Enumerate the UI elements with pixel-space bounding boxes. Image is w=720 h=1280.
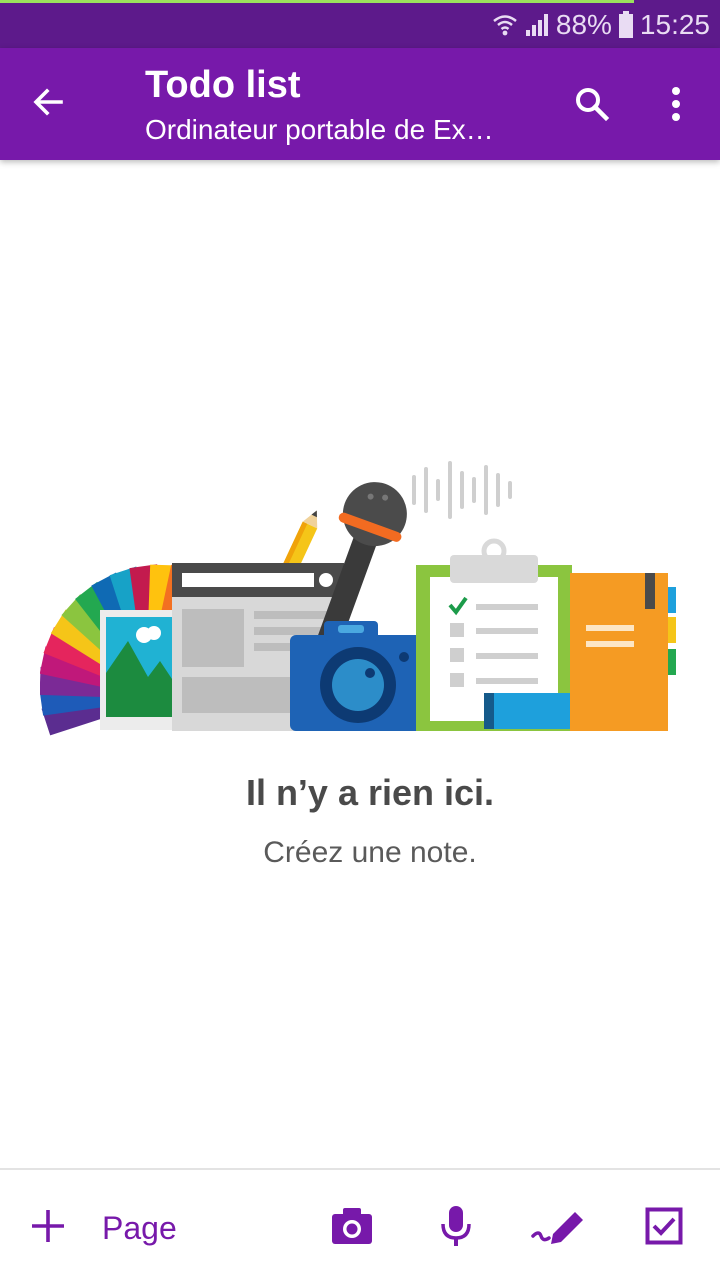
microphone-icon xyxy=(438,1204,474,1253)
signal-icon xyxy=(524,12,550,38)
camera-button[interactable] xyxy=(324,1200,380,1256)
clock: 15:25 xyxy=(639,9,710,40)
search-icon xyxy=(572,84,612,129)
wifi-icon xyxy=(492,12,518,38)
camera-icon xyxy=(330,1206,374,1251)
search-button[interactable] xyxy=(566,80,618,132)
add-page-button[interactable]: Page xyxy=(30,1200,177,1256)
battery-icon xyxy=(618,11,634,39)
bottom-toolbar: Page xyxy=(0,1168,720,1280)
back-arrow-icon xyxy=(30,84,66,125)
empty-state-title: Il n’y a rien ici. xyxy=(245,772,495,813)
more-options-button[interactable] xyxy=(654,80,698,132)
plus-icon xyxy=(30,1208,66,1249)
back-button[interactable] xyxy=(24,80,72,128)
add-page-label: Page xyxy=(102,1209,177,1246)
checkbox-icon xyxy=(645,1207,683,1250)
status-bar: 88% 15:25 xyxy=(0,0,720,48)
draw-icon xyxy=(529,1206,587,1251)
empty-state-illustration xyxy=(39,455,680,740)
app-bar: Todo list Ordinateur portable de Ex… xyxy=(0,48,720,160)
microphone-button[interactable] xyxy=(428,1200,484,1256)
notebook-subtitle: Ordinateur portable de Ex… xyxy=(145,114,494,145)
draw-button[interactable] xyxy=(530,1200,586,1256)
title-block: Todo list Ordinateur portable de Ex… xyxy=(145,62,545,148)
page-title: Todo list xyxy=(145,64,301,106)
empty-state-subtitle: Créez une note. xyxy=(263,836,477,869)
status-indicators: 88% 15:25 xyxy=(492,6,710,44)
status-progress-line xyxy=(0,0,634,3)
battery-percent: 88% xyxy=(555,9,612,40)
more-vert-icon xyxy=(670,86,682,127)
todo-checkbox-button[interactable] xyxy=(636,1200,692,1256)
